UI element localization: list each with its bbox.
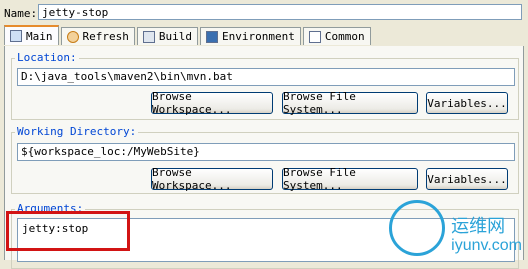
name-label: Name: bbox=[4, 6, 38, 20]
watermark-url: iyunv.com bbox=[451, 237, 522, 254]
watermark-logo-icon bbox=[389, 200, 446, 256]
location-browse-file-system-button[interactable]: Browse File System... bbox=[282, 90, 418, 116]
tab-refresh-label: Refresh bbox=[82, 30, 129, 43]
wd-variables-button[interactable]: Variables... bbox=[426, 168, 508, 190]
wd-browse-workspace-button[interactable]: Browse Workspace... bbox=[151, 166, 273, 192]
common-icon bbox=[308, 30, 321, 43]
tab-bar: Main Refresh Build Environment Common bbox=[4, 25, 373, 46]
tab-environment-label: Environment bbox=[221, 30, 295, 43]
wd-browse-file-system-button[interactable]: Browse File System... bbox=[282, 166, 418, 192]
working-directory-field[interactable]: ${workspace_loc:/MyWebSite} bbox=[17, 143, 515, 161]
main-icon bbox=[10, 30, 22, 42]
tab-environment[interactable]: Environment bbox=[199, 27, 301, 45]
location-title: Location: bbox=[15, 51, 79, 64]
watermark: 运维网 iyunv.com bbox=[389, 200, 522, 256]
tab-build-label: Build bbox=[158, 30, 192, 43]
refresh-icon bbox=[66, 30, 79, 43]
tab-refresh[interactable]: Refresh bbox=[60, 27, 135, 45]
location-variables-button[interactable]: Variables... bbox=[426, 92, 508, 114]
tab-common[interactable]: Common bbox=[302, 27, 371, 45]
location-field[interactable]: D:\java_tools\maven2\bin\mvn.bat bbox=[17, 68, 515, 86]
environment-icon bbox=[205, 30, 218, 43]
arguments-highlight bbox=[6, 211, 130, 251]
location-browse-workspace-button[interactable]: Browse Workspace... bbox=[151, 90, 273, 116]
tab-main-label: Main bbox=[26, 29, 53, 43]
working-directory-title: Working Directory: bbox=[15, 125, 139, 138]
tab-common-label: Common bbox=[324, 30, 365, 43]
name-row: Name: bbox=[4, 4, 38, 22]
watermark-cn: 运维网 bbox=[451, 216, 506, 236]
tab-main[interactable]: Main bbox=[4, 25, 59, 45]
name-input[interactable]: jetty-stop bbox=[38, 4, 522, 20]
build-icon bbox=[142, 30, 155, 43]
tab-build[interactable]: Build bbox=[136, 27, 198, 45]
